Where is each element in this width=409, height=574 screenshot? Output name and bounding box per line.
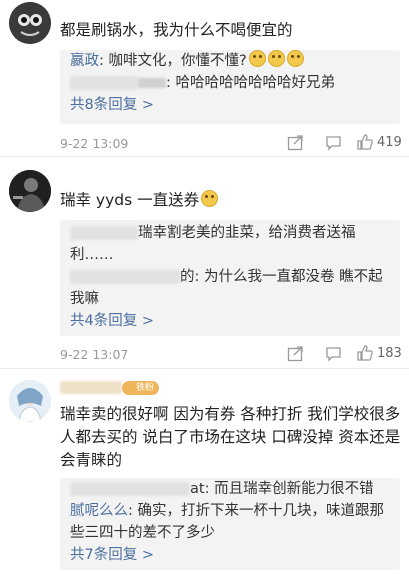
like-count: 419: [377, 135, 402, 150]
avatar-image: [9, 170, 51, 212]
comment-icon[interactable]: [325, 345, 342, 362]
like-icon[interactable]: [356, 344, 374, 362]
reply-username[interactable]: 腻呢么么: [70, 503, 128, 519]
reply-item[interactable]: 瑞幸割老美的韭菜，给消费者送福利……: [60, 220, 400, 266]
share-icon[interactable]: [287, 345, 304, 362]
like-icon[interactable]: [356, 133, 374, 151]
reply-item[interactable]: : 哈哈哈哈哈哈哈哈好兄弟: [60, 72, 400, 94]
grin-emoji-icon: [248, 50, 266, 67]
share-icon[interactable]: [287, 134, 304, 151]
reply-text: : 哈哈哈哈哈哈哈哈好兄弟: [166, 75, 335, 91]
comment-text: 瑞幸卖的很好啊 因为有券 各种打折 我们学校很多人都去买的 说白了市场在这块 口…: [60, 405, 401, 469]
blurred-username: [70, 270, 180, 284]
like-count: 183: [377, 346, 402, 361]
fan-badge-label: 铁粉: [136, 383, 155, 393]
reply-text: at: 而且瑞幸创新能力很不错: [190, 481, 374, 497]
reply-item[interactable]: 嬴政: 咖啡文化，你懂不懂?: [60, 50, 400, 72]
comment-icon[interactable]: [325, 134, 342, 151]
reply-box[interactable]: at: 而且瑞幸创新能力很不错 腻呢么么: 确实，打折下来一杯十几块，味道跟那些…: [60, 478, 400, 570]
divider: [0, 368, 409, 369]
wink-emoji-icon: [267, 50, 285, 67]
comment-time: 9-22 13:07: [60, 347, 129, 362]
avatar-image: [9, 380, 51, 422]
grin-emoji-icon: [286, 50, 304, 67]
reply-item[interactable]: at: 而且瑞幸创新能力很不错: [60, 478, 400, 500]
avatar[interactable]: [9, 2, 51, 44]
blurred-username: [70, 226, 138, 240]
avatar-image: [9, 2, 51, 44]
fan-badge: 铁粉: [122, 381, 160, 395]
reply-item[interactable]: 腻呢么么: 确实，打折下来一杯十几块，味道跟那些三四十的差不了多少: [60, 500, 400, 544]
more-replies-link[interactable]: 共4条回复 >: [60, 310, 400, 332]
reply-item[interactable]: 的: 为什么我一直都没卷 瞧不起我嘛: [60, 266, 400, 310]
comment-text-content: 瑞幸 yyds 一直送券: [60, 191, 200, 209]
reply-box[interactable]: 嬴政: 咖啡文化，你懂不懂? : 哈哈哈哈哈哈哈哈好兄弟 共8条回复 >: [60, 50, 400, 124]
comment-time: 9-22 13:09: [60, 136, 129, 151]
blurred-username: [60, 381, 122, 394]
blurred-username: [138, 78, 166, 88]
divider: [0, 156, 409, 157]
comment-text: 都是刷锅水，我为什么不喝便宜的: [60, 21, 293, 39]
blurred-username: [70, 76, 138, 90]
doge-emoji-icon: [201, 190, 219, 207]
more-replies-link[interactable]: 共7条回复 >: [60, 544, 400, 566]
avatar[interactable]: [9, 170, 51, 212]
comment-text: 瑞幸 yyds 一直送券: [60, 189, 401, 212]
reply-username[interactable]: 嬴政: [70, 53, 99, 69]
reply-box[interactable]: 瑞幸割老美的韭菜，给消费者送福利…… 的: 为什么我一直都没卷 瞧不起我嘛 共4…: [60, 220, 400, 336]
avatar[interactable]: [9, 380, 51, 422]
blurred-username: [70, 482, 190, 496]
reply-text: : 咖啡文化，你懂不懂?: [99, 53, 247, 69]
more-replies-link[interactable]: 共8条回复 >: [60, 94, 400, 116]
